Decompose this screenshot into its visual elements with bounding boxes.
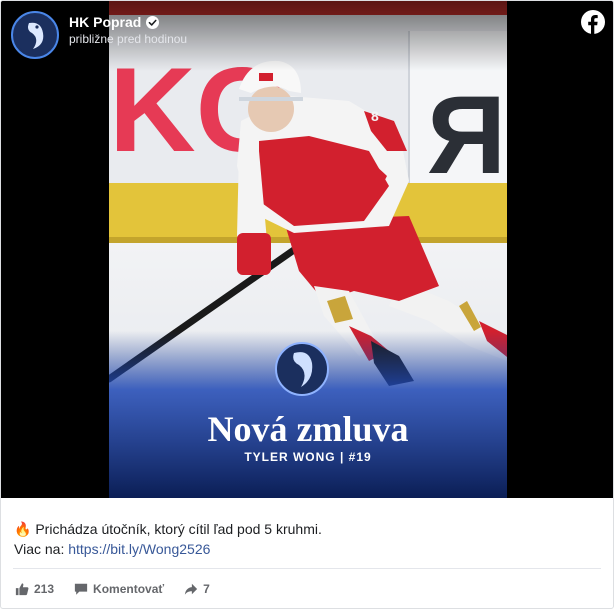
caption-text: Prichádza útočník, ktorý cítil ľad pod 5… (35, 521, 322, 537)
page-name[interactable]: HK Poprad (69, 14, 160, 30)
share-arrow-icon (185, 583, 198, 595)
facebook-logo-icon[interactable] (581, 10, 605, 34)
hk-poprad-logo (275, 342, 329, 396)
post-timestamp[interactable]: približne pred hodinou (69, 32, 187, 46)
share-count: 7 (203, 582, 210, 596)
jersey-number: 8 (371, 108, 379, 124)
like-button[interactable]: 213 (15, 582, 54, 596)
comment-label: Komentovať (93, 582, 165, 596)
arena-signage-right: Я (427, 74, 506, 197)
caption-line-1: 🔥 Prichádza útočník, ktorý cítil ľad pod… (14, 519, 322, 539)
thumbs-up-icon (15, 583, 29, 596)
comment-bubble-icon (74, 583, 88, 595)
fire-emoji-icon: 🔥 (14, 521, 32, 537)
poster-headline: Nová zmluva (208, 409, 409, 449)
post-caption: 🔥 Prichádza útočník, ktorý cítil ľad pod… (14, 519, 322, 559)
hk-poprad-avatar-logo (15, 15, 55, 55)
like-count: 213 (34, 582, 55, 596)
page-name-text[interactable]: HK Poprad (69, 14, 141, 30)
comment-button[interactable]: Komentovať (74, 582, 164, 596)
verified-badge-icon (146, 16, 160, 29)
post-media[interactable]: KO Я 8 Nová zmluva TYLER WONG | #19 HK P… (1, 1, 613, 498)
caption-link[interactable]: https://bit.ly/Wong2526 (68, 541, 210, 557)
page-avatar[interactable] (11, 11, 59, 59)
caption-line-2: Viac na: https://bit.ly/Wong2526 (14, 539, 322, 559)
share-button[interactable]: 7 (184, 582, 210, 596)
facebook-post-card: KO Я 8 Nová zmluva TYLER WONG | #19 HK P… (0, 0, 614, 609)
post-actions-bar: 213 Komentovať 7 (15, 579, 230, 599)
caption-more-label: Viac na: (14, 541, 65, 557)
actions-divider (13, 568, 601, 569)
poster-subline: TYLER WONG | #19 (244, 450, 371, 464)
player-poster-image[interactable]: KO Я 8 Nová zmluva TYLER WONG | #19 (109, 1, 507, 498)
